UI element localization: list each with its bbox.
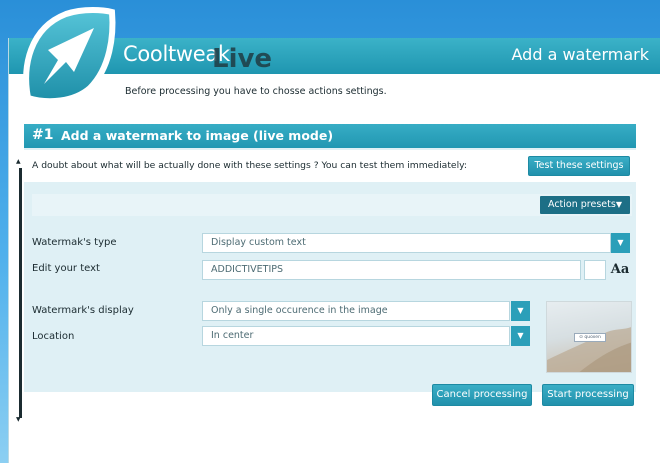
section-title: Add a watermark to image (live mode) bbox=[61, 128, 334, 143]
vertical-scrollbar[interactable]: ▲ ▼ bbox=[16, 158, 23, 424]
test-description: A doubt about what will be actually done… bbox=[32, 160, 467, 171]
scroll-down-arrow-icon[interactable]: ▼ bbox=[16, 416, 21, 423]
preview-watermark: ⊙ quoxen bbox=[574, 333, 606, 342]
instructions-text: Before processing you have to chosse act… bbox=[125, 86, 387, 97]
watermark-display-select[interactable]: Only a single occurence in the image bbox=[202, 301, 510, 321]
cancel-processing-button[interactable]: Cancel processing bbox=[432, 384, 532, 406]
scroll-up-arrow-icon[interactable]: ▲ bbox=[16, 158, 21, 165]
scrollbar-thumb[interactable] bbox=[19, 168, 22, 418]
text-color-swatch[interactable] bbox=[584, 260, 606, 280]
watermark-text-input[interactable]: ADDICTIVETIPS bbox=[202, 260, 581, 280]
watermark-settings-panel: #1 Add a watermark to image (live mode) … bbox=[24, 124, 636, 392]
app-title-suffix: Live bbox=[212, 44, 273, 74]
test-settings-button[interactable]: Test these settings bbox=[528, 156, 630, 176]
edit-text-label: Edit your text bbox=[32, 263, 100, 274]
chevron-down-icon[interactable]: ▼ bbox=[511, 301, 530, 321]
cooltweak-logo-icon bbox=[23, 7, 116, 105]
location-label: Location bbox=[32, 331, 75, 342]
page-title: Add a watermark bbox=[511, 45, 650, 64]
watermark-type-select[interactable]: Display custom text bbox=[202, 233, 611, 253]
chevron-down-icon[interactable]: ▼ bbox=[611, 233, 630, 253]
test-settings-row: A doubt about what will be actually done… bbox=[24, 150, 636, 182]
watermark-display-label: Watermark's display bbox=[32, 305, 134, 316]
action-presets-label: Action presets bbox=[548, 199, 616, 210]
start-processing-button[interactable]: Start processing bbox=[542, 384, 634, 406]
caret-down-icon: ▼ bbox=[615, 200, 622, 209]
watermark-preview-image: ⊙ quoxen bbox=[546, 301, 632, 373]
font-settings-button[interactable]: Aa bbox=[608, 259, 632, 281]
location-select[interactable]: In center bbox=[202, 326, 510, 346]
section-header: #1 Add a watermark to image (live mode) bbox=[24, 124, 636, 148]
action-presets-button[interactable]: Action presets ▼ bbox=[540, 196, 630, 214]
chevron-down-icon[interactable]: ▼ bbox=[511, 326, 530, 346]
watermark-type-label: Watermak's type bbox=[32, 237, 117, 248]
section-number: #1 bbox=[32, 127, 54, 143]
